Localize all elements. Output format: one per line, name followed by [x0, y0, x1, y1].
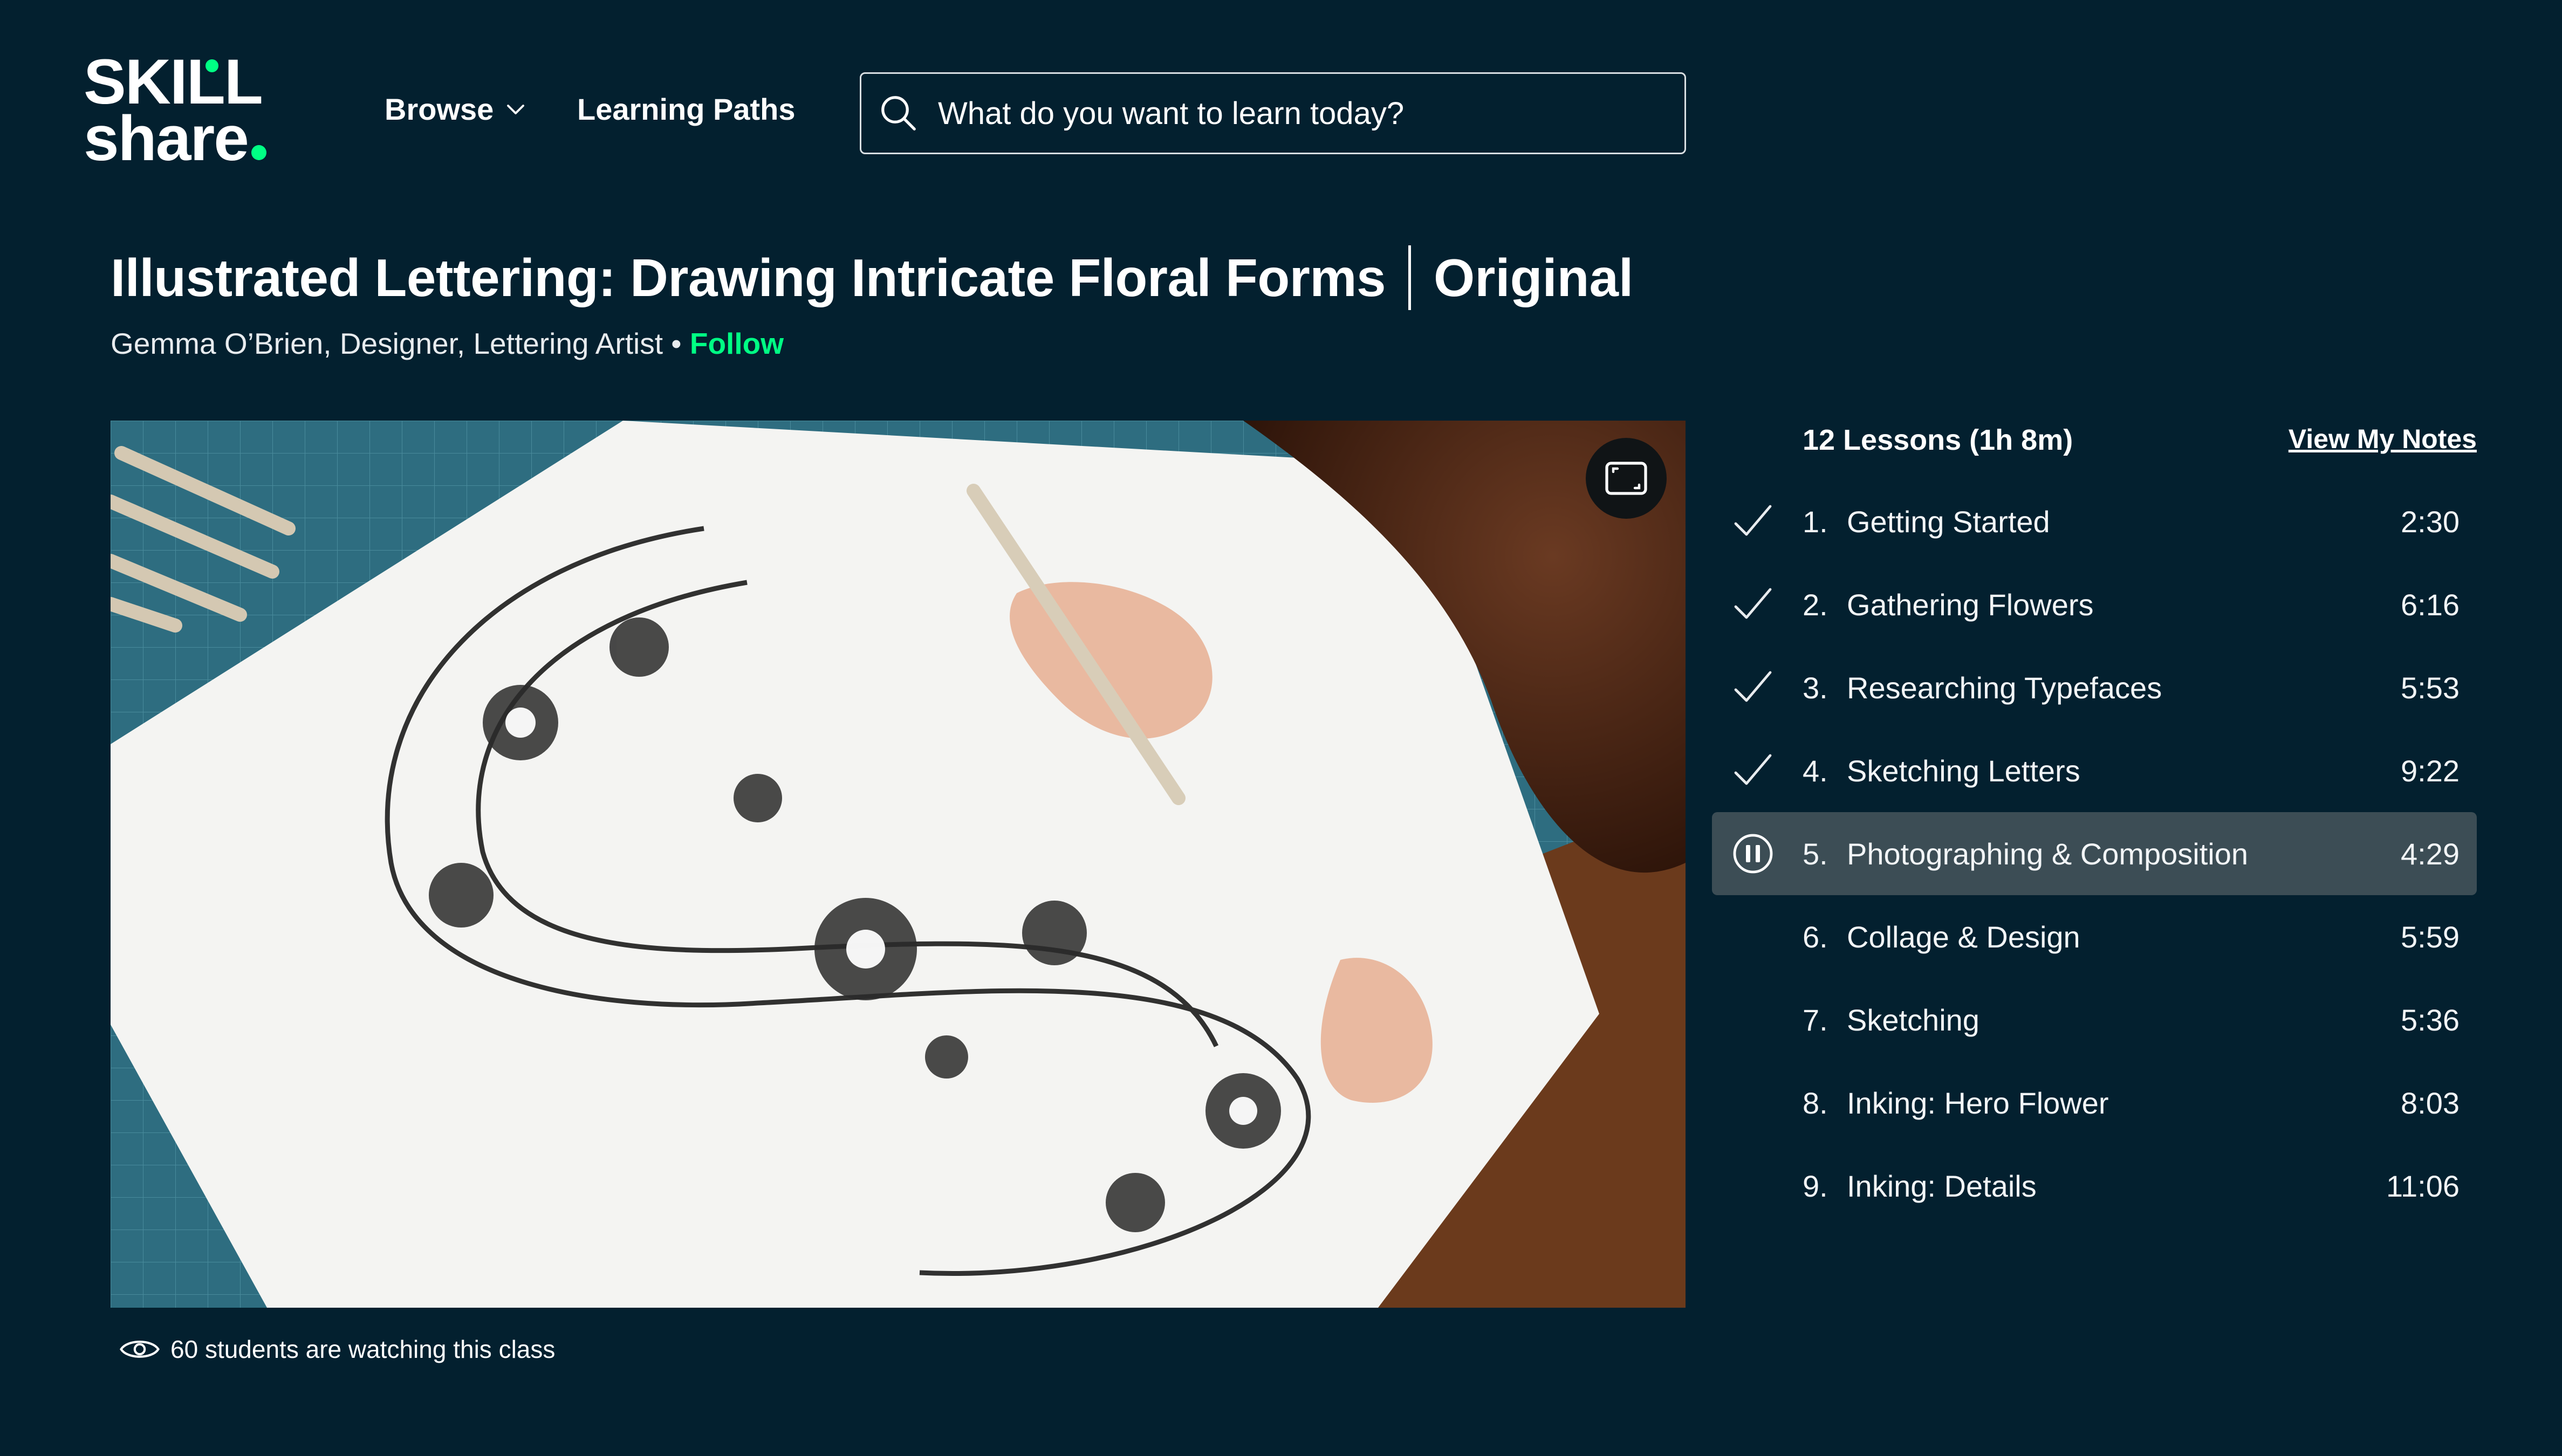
title-divider — [1408, 245, 1411, 310]
follow-button[interactable]: Follow — [690, 327, 784, 360]
lesson-list: 1. Getting Started 2:30 2. Gathering Flo… — [1712, 480, 2477, 1227]
picture-in-picture-button[interactable] — [1586, 438, 1667, 519]
lesson-number: 6. — [1803, 919, 1828, 954]
lesson-number: 7. — [1803, 1002, 1828, 1037]
checkmark-icon — [1734, 754, 1772, 785]
lesson-number: 8. — [1803, 1086, 1828, 1120]
search-bar[interactable] — [860, 72, 1686, 154]
eye-icon — [120, 1341, 160, 1358]
lesson-item-6[interactable]: 6. Collage & Design 5:59 — [1712, 895, 2477, 978]
course-title: Illustrated Lettering: Drawing Intricate… — [111, 248, 1386, 307]
viewers-text: 60 students are watching this class — [170, 1335, 556, 1363]
search-input[interactable] — [937, 94, 1684, 132]
lessons-count-header: 12 Lessons (1h 8m) — [1803, 424, 2073, 456]
browse-label: Browse — [385, 92, 494, 126]
lesson-item-1[interactable]: 1. Getting Started 2:30 — [1712, 480, 2477, 563]
lesson-duration: 11:06 — [2386, 1169, 2460, 1203]
chevron-down-icon — [507, 104, 525, 114]
lesson-number: 3. — [1803, 670, 1828, 705]
lesson-duration: 5:59 — [2401, 919, 2460, 954]
skillshare-logo[interactable]: SKILL share — [84, 46, 310, 178]
lesson-duration: 5:36 — [2401, 1002, 2460, 1037]
logo-line-1: SKILL — [84, 46, 263, 118]
lesson-number: 9. — [1803, 1169, 1828, 1203]
lesson-item-9[interactable]: 9. Inking: Details 11:06 — [1712, 1144, 2477, 1227]
lesson-title: Gathering Flowers — [1847, 587, 2094, 622]
lesson-item-3[interactable]: 3. Researching Typefaces 5:53 — [1712, 646, 2477, 729]
lesson-duration: 9:22 — [2401, 753, 2460, 788]
logo-line-2: share — [84, 107, 310, 170]
browse-menu[interactable]: Browse — [385, 92, 527, 127]
lesson-number: 4. — [1803, 753, 1828, 788]
lesson-item-2[interactable]: 2. Gathering Flowers 6:16 — [1712, 563, 2477, 646]
course-byline: Gemma O’Brien, Designer, Lettering Artis… — [111, 326, 784, 361]
lesson-title: Sketching Letters — [1847, 753, 2080, 788]
picture-in-picture-icon — [1605, 462, 1647, 495]
lesson-duration: 6:16 — [2401, 587, 2460, 622]
learning-paths-link[interactable]: Learning Paths — [577, 92, 796, 127]
checkmark-icon — [1734, 505, 1772, 536]
lesson-number: 1. — [1803, 504, 1828, 539]
checkmark-icon — [1734, 588, 1772, 619]
video-player[interactable] — [111, 421, 1686, 1308]
logo-i-dot — [205, 59, 218, 72]
lesson-number: 2. — [1803, 587, 1828, 622]
lesson-item-5[interactable]: 5. Photographing & Composition 4:29 — [1712, 812, 2477, 895]
original-badge: Original — [1433, 248, 1634, 307]
lesson-duration: 5:53 — [2401, 670, 2460, 705]
lesson-title: Inking: Details — [1847, 1169, 2037, 1203]
lesson-title: Researching Typefaces — [1847, 670, 2162, 705]
pause-circle-icon[interactable] — [1731, 832, 1775, 875]
logo-line-2-text: share — [84, 103, 249, 174]
lesson-duration: 8:03 — [2401, 1086, 2460, 1120]
viewers-indicator: 60 students are watching this class — [120, 1335, 555, 1364]
lesson-title: Photographing & Composition — [1847, 836, 2249, 871]
lesson-title: Collage & Design — [1847, 919, 2080, 954]
author-text: Gemma O’Brien, Designer, Lettering Artis… — [111, 327, 663, 360]
byline-separator: • — [663, 327, 690, 360]
checkmark-icon — [1734, 671, 1772, 702]
search-icon — [881, 96, 916, 131]
logo-dot — [251, 145, 266, 160]
video-frame-illustration — [111, 421, 1686, 1308]
view-my-notes-link[interactable]: View My Notes — [2289, 423, 2477, 455]
lesson-item-4[interactable]: 4. Sketching Letters 9:22 — [1712, 729, 2477, 812]
lesson-item-7[interactable]: 7. Sketching 5:36 — [1712, 978, 2477, 1061]
lesson-item-8[interactable]: 8. Inking: Hero Flower 8:03 — [1712, 1061, 2477, 1144]
course-title-row: Illustrated Lettering: Drawing Intricate… — [111, 245, 1633, 310]
lesson-number: 5. — [1803, 836, 1828, 871]
lesson-title: Sketching — [1847, 1002, 1979, 1037]
lesson-title: Getting Started — [1847, 504, 2050, 539]
lesson-title: Inking: Hero Flower — [1847, 1086, 2109, 1120]
lesson-duration: 2:30 — [2401, 504, 2460, 539]
lesson-duration: 4:29 — [2401, 836, 2460, 871]
